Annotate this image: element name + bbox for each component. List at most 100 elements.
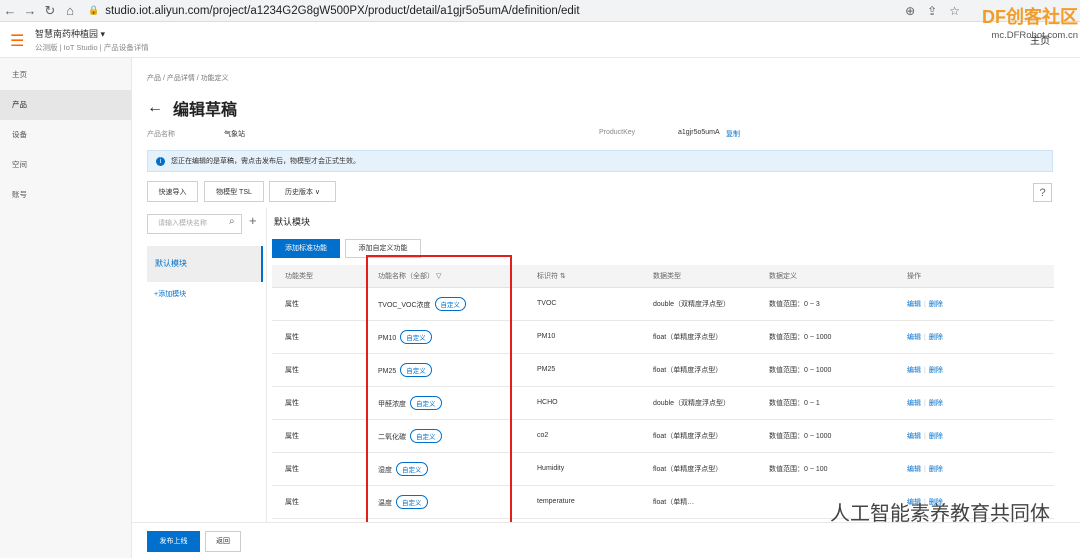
table-row: 属性 PM10 自定义 PM10 float（单精度浮点型） 数值范围：0 ~ 1000 编…: [272, 320, 1054, 354]
edit-link[interactable]: 编辑: [907, 433, 921, 440]
col-data-definition: 数据定义: [756, 265, 894, 288]
function-name: 二氧化碳: [378, 433, 406, 441]
cell-function-type: 属性: [272, 287, 365, 321]
menu-icon[interactable]: ☰: [10, 31, 24, 51]
cell-data-definition: 数值范围：0 ~ 100: [756, 452, 894, 486]
delete-link[interactable]: 删除: [929, 400, 943, 407]
col-identifier-label: 标识符: [537, 272, 558, 280]
home-icon[interactable]: ⌂: [60, 3, 80, 18]
table-header-row: 功能类型 功能名称（全部） ▽ 标识符 ⇅ 数据类型 数据定义 操作: [272, 265, 1054, 288]
col-function-name[interactable]: 功能名称（全部） ▽: [365, 265, 524, 288]
table-row: 属性 湿度 自定义 Humidity float（单精度浮点型） 数值范围：0 ~ 100…: [272, 452, 1054, 486]
function-name: 甲醛浓度: [378, 400, 406, 408]
cell-data-definition: 数值范围：0 ~ 1000: [756, 353, 894, 387]
cell-data-type: double（双精度浮点型）: [640, 386, 756, 420]
share-icon[interactable]: ⇪: [927, 4, 937, 18]
product-key-label: ProductKey: [599, 129, 636, 136]
filter-icon[interactable]: ▽: [436, 273, 441, 280]
edit-link[interactable]: 编辑: [907, 400, 921, 407]
module-list-item-default[interactable]: 默认模块: [147, 246, 263, 282]
delete-link[interactable]: 删除: [929, 301, 943, 308]
add-standard-function-button[interactable]: 添加标准功能: [272, 239, 340, 258]
copy-link[interactable]: 复制: [726, 129, 740, 139]
tsl-button[interactable]: 物模型 TSL: [204, 181, 264, 202]
delete-link[interactable]: 删除: [929, 367, 943, 374]
page-title: ← 编辑草稿: [147, 96, 237, 120]
custom-tag: 自定义: [400, 362, 432, 377]
function-name: 温度: [378, 499, 392, 507]
product-name-value: 气象站: [224, 131, 245, 138]
history-version-dropdown[interactable]: 历史版本 ∨: [269, 181, 336, 202]
star-icon[interactable]: ☆: [949, 4, 960, 18]
project-switcher[interactable]: 智慧南药种植园 ▾: [35, 27, 105, 40]
breadcrumb[interactable]: 产品 / 产品详情 / 功能定义: [147, 73, 229, 83]
col-function-type: 功能类型: [272, 265, 365, 288]
cell-function-name: 湿度 自定义: [365, 452, 524, 486]
edit-link[interactable]: 编辑: [907, 466, 921, 473]
delete-link[interactable]: 删除: [929, 433, 943, 440]
function-name: 湿度: [378, 466, 392, 474]
action-separator: |: [924, 366, 926, 374]
action-separator: |: [924, 465, 926, 473]
custom-tag: 自定义: [400, 329, 432, 344]
cell-function-name: 温度 自定义: [365, 485, 524, 519]
cell-identifier: PM25: [524, 353, 640, 387]
sort-icon[interactable]: ⇅: [560, 273, 566, 280]
cell-data-type: float（单精度浮点型）: [640, 452, 756, 486]
browser-bar: ← → ↻ ⌂ 🔒 studio.iot.aliyun.com/project/…: [0, 0, 1080, 22]
add-module-link[interactable]: +添加模块: [154, 289, 186, 299]
cell-data-definition: 数值范围：0 ~ 3: [756, 287, 894, 321]
search-icon[interactable]: ⌕: [229, 216, 235, 227]
cell-identifier: Humidity: [524, 452, 640, 486]
edit-link[interactable]: 编辑: [907, 334, 921, 341]
sidebar-item-devices[interactable]: 设备: [0, 120, 131, 150]
add-custom-function-button[interactable]: 添加自定义功能: [345, 239, 421, 258]
zoom-icon[interactable]: ⊕: [905, 4, 915, 18]
custom-tag: 自定义: [396, 494, 428, 509]
back-arrow-icon[interactable]: ←: [0, 3, 20, 18]
col-identifier[interactable]: 标识符 ⇅: [524, 265, 640, 288]
function-name: TVOC_VOC浓度: [378, 301, 431, 309]
lock-icon: 🔒: [88, 5, 100, 15]
cell-actions: 编辑 | 删除: [894, 386, 1054, 420]
address-bar[interactable]: 🔒 studio.iot.aliyun.com/project/a1234G2G…: [88, 5, 580, 17]
add-icon[interactable]: +: [249, 213, 257, 228]
sidebar-item-products[interactable]: 产品: [0, 90, 131, 120]
quick-import-button[interactable]: 快速导入: [147, 181, 198, 202]
footer-bar: 发布上线 返回: [132, 522, 1080, 558]
forward-arrow-icon[interactable]: →: [20, 3, 40, 18]
watermark-site: DF创客社区: [982, 7, 1078, 27]
table-row: 属性 TVOC_VOC浓度 自定义 TVOC double（双精度浮点型） 数值范围：0 …: [272, 287, 1054, 321]
sidebar-item-spaces[interactable]: 空间: [0, 150, 131, 180]
edit-link[interactable]: 编辑: [907, 301, 921, 308]
reload-icon[interactable]: ↻: [40, 3, 60, 19]
section-title: 默认模块: [274, 217, 311, 227]
cell-actions: 编辑 | 删除: [894, 320, 1054, 354]
edit-link[interactable]: 编辑: [907, 367, 921, 374]
table-row: 属性 二氧化碳 自定义 co2 float（单精度浮点型） 数值范围：0 ~ 1000 编辑…: [272, 419, 1054, 453]
delete-link[interactable]: 删除: [929, 334, 943, 341]
back-arrow-icon[interactable]: ←: [147, 99, 163, 117]
delete-link[interactable]: 删除: [929, 466, 943, 473]
project-subtitle: 公测版 | IoT Studio | 产品设备详情: [35, 43, 149, 52]
cell-actions: 编辑 | 删除: [894, 452, 1054, 486]
action-separator: |: [924, 300, 926, 308]
cell-function-type: 属性: [272, 353, 365, 387]
module-search-input[interactable]: 请输入模块名称: [147, 214, 242, 234]
action-separator: |: [924, 333, 926, 341]
publish-button[interactable]: 发布上线: [147, 531, 200, 552]
sidebar-item-account[interactable]: 账号: [0, 180, 131, 210]
help-icon[interactable]: ?: [1033, 183, 1052, 202]
cell-data-definition: 数值范围：0 ~ 1000: [756, 419, 894, 453]
draft-notice: i 您正在编辑的是草稿，需点击发布后，物模型才会正式生效。: [147, 150, 1053, 172]
function-name: PM10: [378, 334, 397, 342]
cell-function-type: 属性: [272, 320, 365, 354]
cell-identifier: HCHO: [524, 386, 640, 420]
back-button[interactable]: 返回: [205, 531, 241, 552]
cell-function-type: 属性: [272, 419, 365, 453]
cell-function-name: TVOC_VOC浓度 自定义: [365, 287, 524, 321]
cell-function-name: PM25 自定义: [365, 353, 524, 387]
cell-data-definition: 数值范围：0 ~ 1: [756, 386, 894, 420]
function-name: PM25: [378, 367, 397, 375]
sidebar-item-home[interactable]: 主页: [0, 60, 131, 90]
